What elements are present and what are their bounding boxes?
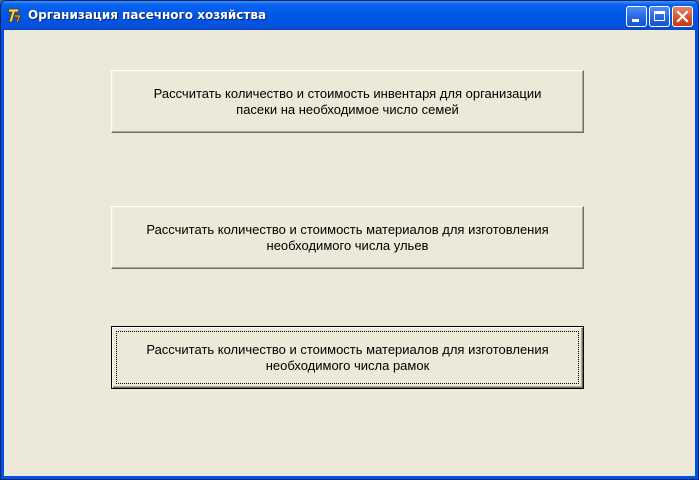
- minimize-icon: [632, 19, 639, 22]
- close-button[interactable]: [672, 6, 693, 27]
- calc-hive-materials-button[interactable]: Рассчитать количество и стоимость матери…: [111, 206, 584, 269]
- app-window: Организация пасечного хозяйства Рассчита…: [0, 0, 699, 480]
- calc-hive-materials-button-label: Рассчитать количество и стоимость матери…: [146, 221, 549, 253]
- close-icon: [676, 10, 689, 23]
- window-title: Организация пасечного хозяйства: [28, 8, 267, 22]
- maximize-icon: [654, 11, 665, 21]
- calc-frame-materials-button-label: Рассчитать количество и стоимость матери…: [146, 341, 549, 373]
- title-bar[interactable]: Организация пасечного хозяйства: [1, 1, 698, 30]
- calc-frame-materials-button[interactable]: Рассчитать количество и стоимость матери…: [111, 326, 584, 389]
- calc-inventory-button[interactable]: Рассчитать количество и стоимость инвент…: [111, 70, 584, 133]
- client-area: Рассчитать количество и стоимость инвент…: [4, 30, 695, 476]
- calc-inventory-button-label: Рассчитать количество и стоимость инвент…: [153, 85, 542, 117]
- delphi-app-icon: [7, 8, 22, 23]
- minimize-button[interactable]: [626, 6, 647, 27]
- maximize-button[interactable]: [649, 6, 670, 27]
